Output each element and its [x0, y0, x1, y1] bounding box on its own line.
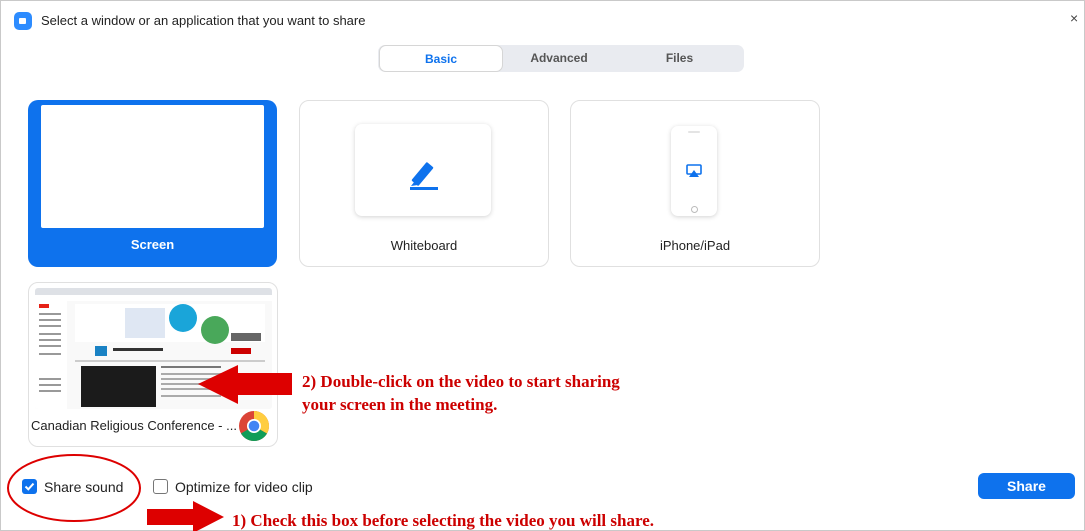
- screen-tile[interactable]: Screen: [28, 100, 277, 267]
- chrome-window-tile[interactable]: Canadian Religious Conference - ...: [28, 282, 278, 447]
- iphone-ipad-tile[interactable]: iPhone/iPad: [570, 100, 820, 267]
- share-sound-checkbox[interactable]: [22, 479, 37, 494]
- tab-basic[interactable]: Basic: [379, 45, 503, 72]
- annotation-step2-line2: your screen in the meeting.: [302, 395, 498, 414]
- whiteboard-tile[interactable]: Whiteboard: [299, 100, 549, 267]
- share-sound-label: Share sound: [44, 479, 124, 495]
- whiteboard-tile-label: Whiteboard: [390, 238, 458, 253]
- whiteboard-card: [355, 124, 491, 216]
- close-button[interactable]: ×: [1070, 10, 1078, 26]
- iphone-ipad-tile-label: iPhone/iPad: [659, 238, 731, 253]
- tab-files[interactable]: Files: [615, 45, 744, 72]
- share-button[interactable]: Share: [978, 473, 1075, 499]
- phone-speaker: [688, 131, 700, 133]
- checkmark-icon: [24, 482, 35, 491]
- phone-home-button: [691, 206, 698, 213]
- phone-graphic: [671, 126, 717, 216]
- airplay-icon: [686, 164, 702, 177]
- screen-tile-label: Screen: [130, 237, 175, 252]
- window-thumbnail: [35, 288, 272, 409]
- tab-advanced[interactable]: Advanced: [503, 45, 615, 72]
- chrome-window-label: Canadian Religious Conference - ...: [31, 418, 237, 433]
- arrow-to-instruction: [147, 501, 224, 531]
- chrome-icon: [239, 411, 270, 442]
- optimize-video-label: Optimize for video clip: [175, 479, 313, 495]
- title-bar: Select a window or an application that y…: [0, 0, 1085, 34]
- optimize-video-checkbox[interactable]: [153, 479, 168, 494]
- window-title: Select a window or an application that y…: [41, 13, 366, 28]
- annotation-step2-line1: 2) Double-click on the video to start sh…: [302, 372, 620, 391]
- share-tabs: Basic Advanced Files: [378, 45, 744, 72]
- annotation-step1: 1) Check this box before selecting the v…: [232, 511, 654, 530]
- zoom-app-icon: [14, 12, 32, 30]
- screen-preview: [41, 105, 264, 228]
- pen-icon: [410, 162, 438, 190]
